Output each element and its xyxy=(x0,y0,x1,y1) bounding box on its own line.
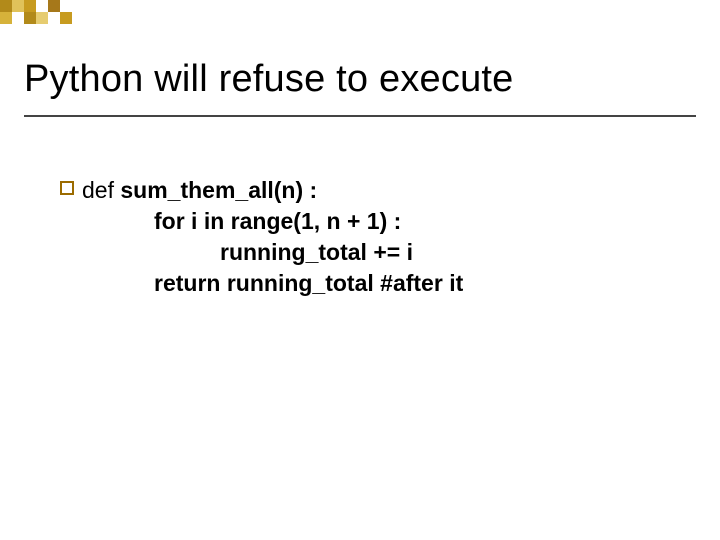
code-line-1-rest: sum_them_all(n) : xyxy=(114,177,317,203)
code-line-1: def sum_them_all(n) : xyxy=(82,175,317,206)
code-line-3: running_total += i xyxy=(60,237,660,268)
bullet-item: def sum_them_all(n) : xyxy=(60,175,660,206)
slide-body: def sum_them_all(n) : for i in range(1, … xyxy=(0,117,720,299)
slide-title: Python will refuse to execute xyxy=(24,58,696,101)
square-bullet-icon xyxy=(60,181,74,195)
code-line-2: for i in range(1, n + 1) : xyxy=(60,206,660,237)
code-line-4: return running_total #after it xyxy=(60,268,660,299)
def-keyword: def xyxy=(82,177,114,203)
slide: Python will refuse to execute def sum_th… xyxy=(0,0,720,540)
corner-squares-icon xyxy=(0,0,96,40)
code-block: def sum_them_all(n) : xyxy=(82,175,317,206)
